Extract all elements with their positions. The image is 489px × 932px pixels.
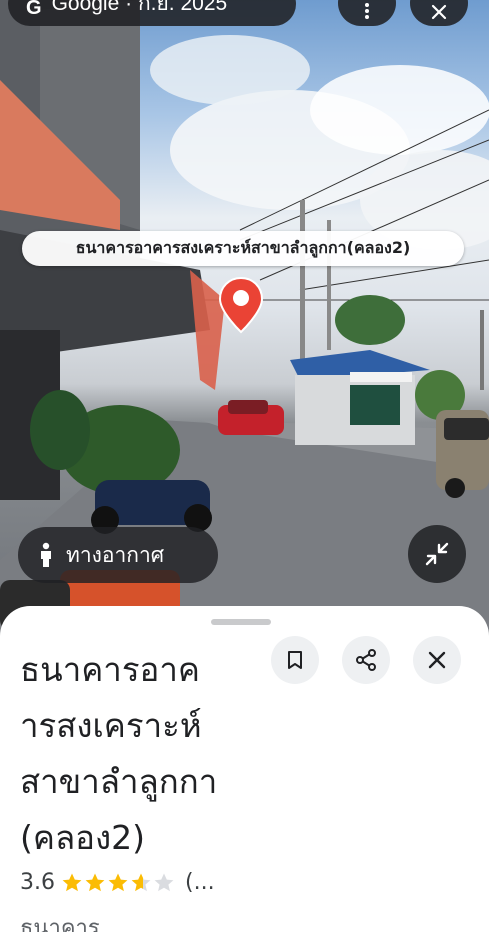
close-sheet-button[interactable] (413, 636, 461, 684)
place-title-line: สาขาลำลูกกา (20, 762, 218, 801)
star-icon (62, 873, 82, 891)
location-pin-icon[interactable] (218, 276, 264, 334)
share-icon (356, 649, 376, 671)
place-title: ธนาคารอาค ารสงเคราะห์ สาขาลำลูกกา (คลอง2… (20, 642, 252, 866)
rating-stars (61, 872, 175, 894)
close-icon (431, 4, 447, 20)
place-label-pill[interactable]: ธนาคารอาคารสงเคราะห์สาขาลำลูกกา(คลอง2) (22, 231, 464, 266)
close-icon (428, 651, 446, 669)
aerial-view-label: ทางอากาศ (66, 542, 165, 567)
collapse-button[interactable] (408, 525, 466, 583)
bookmark-icon (288, 651, 302, 669)
place-category: ธนาคาร (20, 916, 100, 932)
place-title-line: (คลอง2) (20, 818, 145, 857)
imagery-date: Google · ก.ย. 2025 (51, 0, 228, 15)
save-button[interactable] (271, 636, 319, 684)
star-icon (85, 873, 105, 891)
more-vert-icon (365, 3, 369, 19)
street-view-image[interactable]: G Google · ก.ย. 2025 ธนาคารอาคารสงเคราะห… (0, 0, 489, 640)
google-g-icon: G (26, 0, 42, 19)
star-icon (108, 873, 128, 891)
aerial-view-button[interactable]: ทางอากาศ (18, 527, 218, 583)
pegman-icon (41, 542, 51, 567)
place-title-line: ารสงเคราะห์ (20, 706, 202, 745)
place-details-sheet[interactable]: ธนาคารอาค ารสงเคราะห์ สาขาลำลูกกา (คลอง2… (0, 606, 489, 932)
collapse-icon (425, 542, 449, 566)
rating-count: (... (185, 870, 215, 895)
place-title-line: ธนาคารอาค (20, 650, 200, 689)
imagery-source-pill: G Google · ก.ย. 2025 (8, 0, 296, 26)
rating-value: 3.6 (20, 870, 55, 895)
star-icon (131, 873, 151, 891)
star-icon (154, 873, 174, 891)
share-button[interactable] (342, 636, 390, 684)
drag-handle[interactable] (211, 619, 271, 625)
rating-row[interactable]: 3.6 (... (20, 870, 215, 895)
